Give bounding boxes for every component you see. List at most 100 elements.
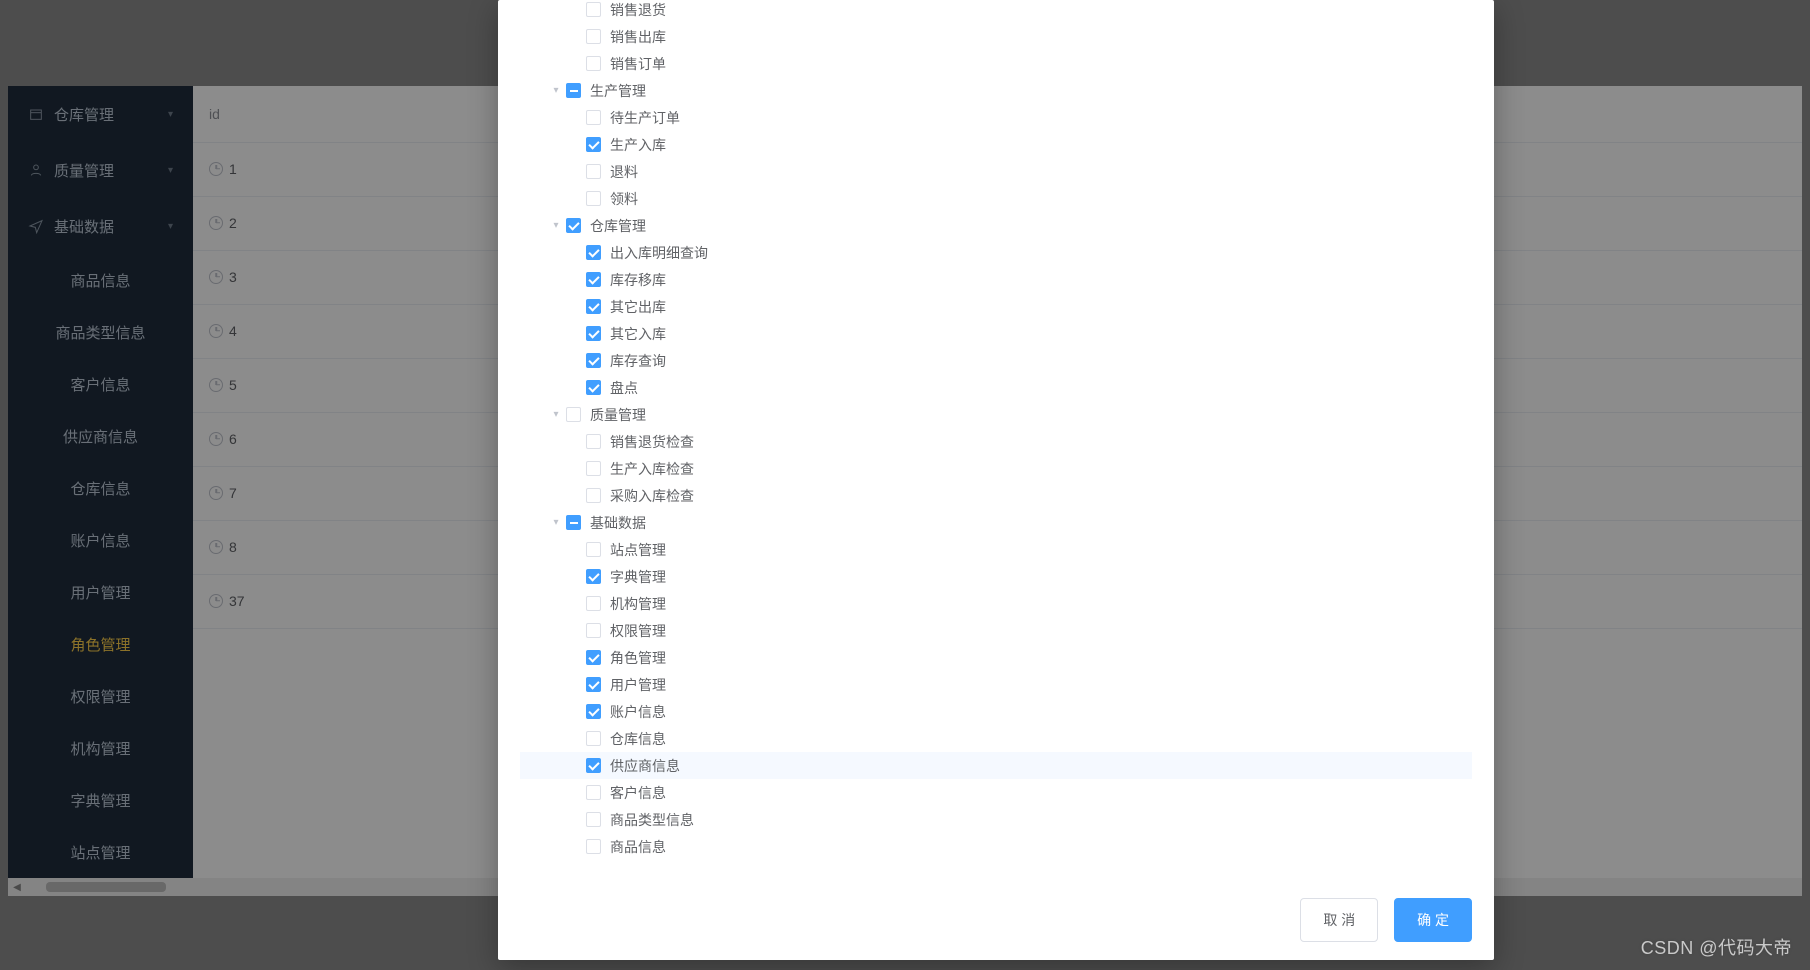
tree-node[interactable]: 领料 <box>520 185 1472 212</box>
tree-node[interactable]: 库存查询 <box>520 347 1472 374</box>
tree-node[interactable]: 待生产订单 <box>520 104 1472 131</box>
tree-node[interactable]: 库存移库 <box>520 266 1472 293</box>
checkbox[interactable] <box>586 677 601 692</box>
checkbox[interactable] <box>566 218 581 233</box>
checkbox[interactable] <box>586 542 601 557</box>
tree-node-label: 销售出库 <box>610 27 666 47</box>
tree-node-label: 字典管理 <box>610 567 666 587</box>
checkbox[interactable] <box>566 515 581 530</box>
tree-node[interactable]: ▾ 生产管理 <box>520 77 1472 104</box>
tree-node[interactable]: 账户信息 <box>520 698 1472 725</box>
checkbox[interactable] <box>586 245 601 260</box>
tree-node[interactable]: 角色管理 <box>520 644 1472 671</box>
checkbox[interactable] <box>586 731 601 746</box>
checkbox[interactable] <box>586 326 601 341</box>
tree-node[interactable]: 采购入库检查 <box>520 482 1472 509</box>
tree-node-label: 领料 <box>610 189 638 209</box>
tree-node[interactable]: 销售订单 <box>520 50 1472 77</box>
modal-body: 销售退货销售出库销售订单 ▾ 生产管理待生产订单生产入库退料领料 ▾仓库管理出入库明细… <box>498 0 1494 880</box>
checkbox[interactable] <box>586 488 601 503</box>
tree-node[interactable]: 客户信息 <box>520 779 1472 806</box>
tree-node-label: 待生产订单 <box>610 108 680 128</box>
tree-node-label: 基础数据 <box>590 513 646 533</box>
tree-node-label: 其它出库 <box>610 297 666 317</box>
tree-node-label: 销售退货检查 <box>610 432 694 452</box>
checkbox[interactable] <box>566 407 581 422</box>
tree-node-label: 盘点 <box>610 378 638 398</box>
checkbox[interactable] <box>586 650 601 665</box>
tree-node-label: 生产入库 <box>610 135 666 155</box>
expand-icon[interactable]: ▾ <box>550 85 562 96</box>
tree-node[interactable]: 生产入库检查 <box>520 455 1472 482</box>
tree-node[interactable]: 销售退货 <box>520 0 1472 23</box>
tree-node[interactable]: 仓库信息 <box>520 725 1472 752</box>
tree-node[interactable]: 权限管理 <box>520 617 1472 644</box>
tree-node-label: 仓库信息 <box>610 729 666 749</box>
checkbox[interactable] <box>586 56 601 71</box>
checkbox[interactable] <box>586 380 601 395</box>
checkbox[interactable] <box>586 191 601 206</box>
tree-node[interactable]: 商品类型信息 <box>520 806 1472 833</box>
tree-node[interactable]: 退料 <box>520 158 1472 185</box>
tree-node-label: 用户管理 <box>610 675 666 695</box>
checkbox[interactable] <box>586 704 601 719</box>
permission-modal: 销售退货销售出库销售订单 ▾ 生产管理待生产订单生产入库退料领料 ▾仓库管理出入库明细… <box>498 0 1494 960</box>
tree-node[interactable]: ▾ 质量管理 <box>520 401 1472 428</box>
tree-node-label: 销售订单 <box>610 54 666 74</box>
tree-node[interactable]: 机构管理 <box>520 590 1472 617</box>
checkbox[interactable] <box>586 785 601 800</box>
checkbox[interactable] <box>566 83 581 98</box>
tree-node[interactable]: ▾仓库管理 <box>520 212 1472 239</box>
tree-node-label: 供应商信息 <box>610 756 680 776</box>
tree-node-label: 生产管理 <box>590 81 646 101</box>
tree-node[interactable]: 站点管理 <box>520 536 1472 563</box>
expand-icon[interactable]: ▾ <box>550 220 562 231</box>
tree-node[interactable]: 出入库明细查询 <box>520 239 1472 266</box>
tree-node-label: 销售退货 <box>610 0 666 20</box>
tree-node[interactable]: 其它出库 <box>520 293 1472 320</box>
checkbox[interactable] <box>586 839 601 854</box>
tree-node-label: 权限管理 <box>610 621 666 641</box>
checkbox[interactable] <box>586 2 601 17</box>
tree-node-label: 商品信息 <box>610 837 666 857</box>
checkbox[interactable] <box>586 353 601 368</box>
tree-node-label: 商品类型信息 <box>610 810 694 830</box>
tree-node-label: 出入库明细查询 <box>610 243 708 263</box>
tree-node-label: 采购入库检查 <box>610 486 694 506</box>
expand-icon[interactable]: ▾ <box>550 409 562 420</box>
tree-node[interactable]: 其它入库 <box>520 320 1472 347</box>
tree-node-label: 角色管理 <box>610 648 666 668</box>
tree-node-label: 站点管理 <box>610 540 666 560</box>
checkbox[interactable] <box>586 569 601 584</box>
tree-node-label: 库存移库 <box>610 270 666 290</box>
tree-node[interactable]: ▾ 基础数据 <box>520 509 1472 536</box>
tree-node-label: 质量管理 <box>590 405 646 425</box>
tree-node[interactable]: 字典管理 <box>520 563 1472 590</box>
checkbox[interactable] <box>586 299 601 314</box>
expand-icon[interactable]: ▾ <box>550 517 562 528</box>
tree-node[interactable]: 用户管理 <box>520 671 1472 698</box>
tree-node[interactable]: 商品信息 <box>520 833 1472 860</box>
checkbox[interactable] <box>586 137 601 152</box>
cancel-button[interactable]: 取 消 <box>1300 898 1378 942</box>
tree-node[interactable]: 销售出库 <box>520 23 1472 50</box>
tree-node[interactable]: 供应商信息 <box>520 752 1472 779</box>
tree-node[interactable]: 销售退货检查 <box>520 428 1472 455</box>
checkbox[interactable] <box>586 110 601 125</box>
tree-node-label: 客户信息 <box>610 783 666 803</box>
modal-footer: 取 消 确 定 <box>498 880 1494 960</box>
checkbox[interactable] <box>586 29 601 44</box>
checkbox[interactable] <box>586 272 601 287</box>
checkbox[interactable] <box>586 434 601 449</box>
tree-node[interactable]: 盘点 <box>520 374 1472 401</box>
tree-node[interactable]: 生产入库 <box>520 131 1472 158</box>
checkbox[interactable] <box>586 461 601 476</box>
confirm-button[interactable]: 确 定 <box>1394 898 1472 942</box>
checkbox[interactable] <box>586 623 601 638</box>
checkbox[interactable] <box>586 758 601 773</box>
tree-node-label: 退料 <box>610 162 638 182</box>
permission-tree: 销售退货销售出库销售订单 ▾ 生产管理待生产订单生产入库退料领料 ▾仓库管理出入库明细… <box>520 0 1472 860</box>
checkbox[interactable] <box>586 596 601 611</box>
checkbox[interactable] <box>586 812 601 827</box>
checkbox[interactable] <box>586 164 601 179</box>
